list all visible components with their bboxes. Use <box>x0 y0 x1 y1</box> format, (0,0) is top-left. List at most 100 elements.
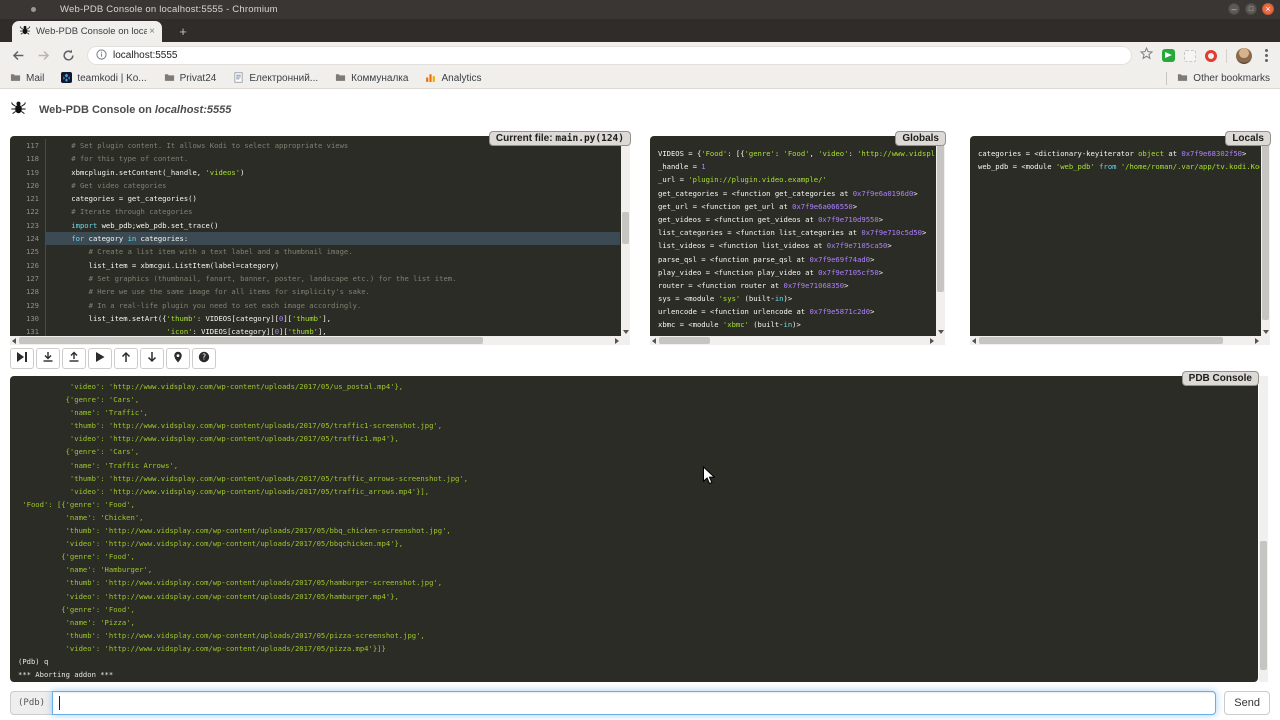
extension-red-ring-icon[interactable] <box>1205 50 1217 62</box>
browser-tab[interactable]: Web-PDB Console on loca × <box>12 21 162 42</box>
globals-view: VIDEOS = {'Food': [{'genre': 'Food', 'vi… <box>650 136 935 335</box>
bookmark-item[interactable]: Privat24 <box>164 70 217 88</box>
locals-vertical-scrollbar[interactable] <box>1261 136 1270 336</box>
tab-favicon-bug-icon <box>19 23 31 41</box>
back-icon[interactable] <box>8 46 28 66</box>
globals-var-line: get_categories = <function get_categorie… <box>658 187 935 200</box>
minimize-button[interactable]: – <box>1228 3 1240 15</box>
console-line: 'thumb': 'http://www.vidsplay.com/wp-con… <box>18 524 1258 537</box>
globals-var-line: urlencode = <function urlencode at 0x7f9… <box>658 305 935 318</box>
continue-icon <box>94 351 106 366</box>
new-tab-button[interactable]: + <box>172 24 194 39</box>
document-icon <box>233 70 244 88</box>
return-icon <box>68 351 80 366</box>
globals-var-line: _url = 'plugin://plugin.video.example/' <box>658 173 935 186</box>
console-output: 'video': 'http://www.vidsplay.com/wp-con… <box>10 376 1258 682</box>
bookmark-label: Privat24 <box>180 73 217 84</box>
bookmark-star-icon[interactable] <box>1140 47 1153 65</box>
code-vertical-scrollbar[interactable] <box>621 136 630 336</box>
web-pdb-page: Web-PDB Console on localhost:5555 Curren… <box>0 89 1280 720</box>
mouse-cursor <box>702 466 716 491</box>
help-button[interactable]: ? <box>192 348 216 369</box>
bookmark-item[interactable]: Analytics <box>425 70 481 88</box>
code-line-129: 129 # In a real-life plugin you need to … <box>10 299 620 312</box>
bookmark-item[interactable]: Mail <box>10 70 44 88</box>
globals-var-line: get_videos = <function get_videos at 0x7… <box>658 213 935 226</box>
code-line-121: 121 categories = get_categories() <box>10 192 620 205</box>
locals-var-line: categories = <dictionary-keyiterator obj… <box>978 147 1260 160</box>
globals-var-line: play_video = <function play_video at 0x7… <box>658 266 935 279</box>
down-button[interactable] <box>140 348 164 369</box>
bookmark-item[interactable]: Коммуналка <box>335 70 408 88</box>
pdb-command-input[interactable] <box>52 691 1216 715</box>
analytics-icon <box>425 70 436 88</box>
tab-close-icon[interactable]: × <box>147 26 157 37</box>
globals-horizontal-scrollbar[interactable] <box>650 336 936 345</box>
console-line: 'video': 'http://www.vidsplay.com/wp-con… <box>18 590 1258 603</box>
globals-var-line: parse_qsl = <function parse_qsl at 0x7f9… <box>658 253 935 266</box>
up-icon <box>120 351 132 366</box>
text-caret <box>59 696 60 710</box>
code-line-122: 122 # Iterate through categories <box>10 205 620 218</box>
where-button[interactable] <box>166 348 190 369</box>
console-line: 'Food': [{'genre': 'Food', <box>18 498 1258 511</box>
send-button[interactable]: Send <box>1224 691 1270 715</box>
other-bookmarks-button[interactable]: Other bookmarks <box>1193 73 1270 84</box>
bookmark-item[interactable]: teamkodi | Ko... <box>61 70 146 88</box>
pdb-console-panel: PDB Console 'video': 'http://www.vidspla… <box>10 376 1258 682</box>
close-button[interactable]: × <box>1262 3 1274 15</box>
continue-button[interactable] <box>88 348 112 369</box>
console-line: 'name': 'Pizza', <box>18 616 1258 629</box>
console-line: {'genre': 'Food', <box>18 603 1258 616</box>
console-line: 'name': 'Traffic Arrows', <box>18 459 1258 472</box>
page-header: Web-PDB Console on localhost:5555 <box>10 99 231 121</box>
bookmark-label: teamkodi | Ko... <box>77 73 146 84</box>
next-icon <box>16 351 28 366</box>
address-bar[interactable]: localhost:5555 <box>87 46 1132 65</box>
globals-var-line: list_videos = <function list_videos at 0… <box>658 239 935 252</box>
console-line: 'video': 'http://www.vidsplay.com/wp-con… <box>18 642 1258 655</box>
current-file-tag: Current file: main.py(124) <box>489 131 631 146</box>
code-horizontal-scrollbar[interactable] <box>10 336 621 345</box>
console-vertical-scrollbar[interactable] <box>1259 376 1268 682</box>
current-file-panel: Current file: main.py(124) 117 # Set plu… <box>10 136 630 345</box>
code-line-130: 130 list_item.setArt({'thumb': VIDEOS[ca… <box>10 312 620 325</box>
svg-text:?: ? <box>202 353 207 362</box>
console-line: 'video': 'http://www.vidsplay.com/wp-con… <box>18 537 1258 550</box>
kodi-icon <box>61 70 72 88</box>
maximize-button[interactable]: □ <box>1245 3 1257 15</box>
next-button[interactable] <box>10 348 34 369</box>
code-line-126: 126 list_item = xbmcgui.ListItem(label=c… <box>10 259 620 272</box>
command-prompt-row: (Pdb) Send <box>10 691 1270 715</box>
console-line: 'thumb': 'http://www.vidsplay.com/wp-con… <box>18 629 1258 642</box>
bookmark-item[interactable]: Електронний... <box>233 70 318 88</box>
forward-icon[interactable] <box>33 46 53 66</box>
web-pdb-bug-icon <box>10 99 27 121</box>
globals-vertical-scrollbar[interactable] <box>936 136 945 336</box>
globals-var-line: get_url = <function get_url at 0x7f9e6a0… <box>658 200 935 213</box>
extension-green-icon[interactable] <box>1162 49 1175 62</box>
down-icon <box>146 351 158 366</box>
code-line-127: 127 # Set graphics (thumbnail, fanart, b… <box>10 272 620 285</box>
profile-avatar[interactable] <box>1236 48 1252 64</box>
console-line: 'name': 'Traffic', <box>18 406 1258 419</box>
browser-menu-icon[interactable] <box>1265 54 1268 57</box>
debugger-toolbar: ? <box>10 348 218 369</box>
page-info-icon[interactable] <box>96 47 107 65</box>
console-line: 'name': 'Chicken', <box>18 511 1258 524</box>
step-button[interactable] <box>36 348 60 369</box>
console-line: *** Aborting addon *** <box>18 668 1258 681</box>
console-line: (Pdb) q <box>18 655 1258 668</box>
console-line: 'thumb': 'http://www.vidsplay.com/wp-con… <box>18 472 1258 485</box>
up-button[interactable] <box>114 348 138 369</box>
folder-icon <box>164 70 175 88</box>
window-titlebar: Web-PDB Console on localhost:5555 - Chro… <box>0 0 1280 19</box>
extension-disabled-icon[interactable] <box>1184 50 1196 62</box>
tab-strip: Web-PDB Console on loca × + <box>0 19 1280 42</box>
browser-toolbar: localhost:5555 <box>0 42 1280 69</box>
return-button[interactable] <box>62 348 86 369</box>
reload-icon[interactable] <box>58 46 78 66</box>
console-line: {'genre': 'Food', <box>18 550 1258 563</box>
locals-horizontal-scrollbar[interactable] <box>970 336 1261 345</box>
where-icon <box>172 351 184 366</box>
